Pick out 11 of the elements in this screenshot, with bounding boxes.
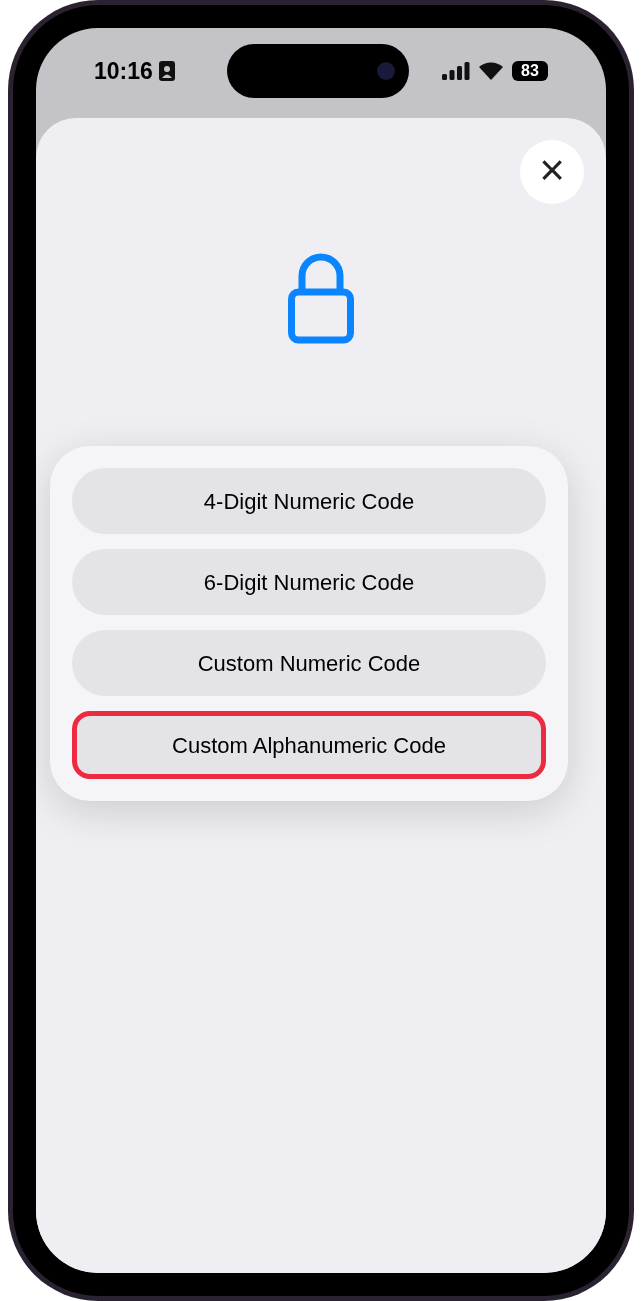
- menu-option[interactable]: Custom Alphanumeric Code: [72, 711, 546, 779]
- contact-card-icon: [158, 61, 175, 81]
- menu-option[interactable]: 4-Digit Numeric Code: [72, 468, 546, 534]
- battery-indicator: 83: [512, 61, 548, 81]
- menu-option[interactable]: Custom Numeric Code: [72, 630, 546, 696]
- menu-option[interactable]: 6-Digit Numeric Code: [72, 549, 546, 615]
- close-button[interactable]: ×: [520, 140, 584, 204]
- status-time: 10:16: [94, 56, 153, 86]
- signal-icon: [442, 62, 470, 80]
- wifi-icon: [478, 61, 504, 81]
- lock-icon: [288, 252, 354, 344]
